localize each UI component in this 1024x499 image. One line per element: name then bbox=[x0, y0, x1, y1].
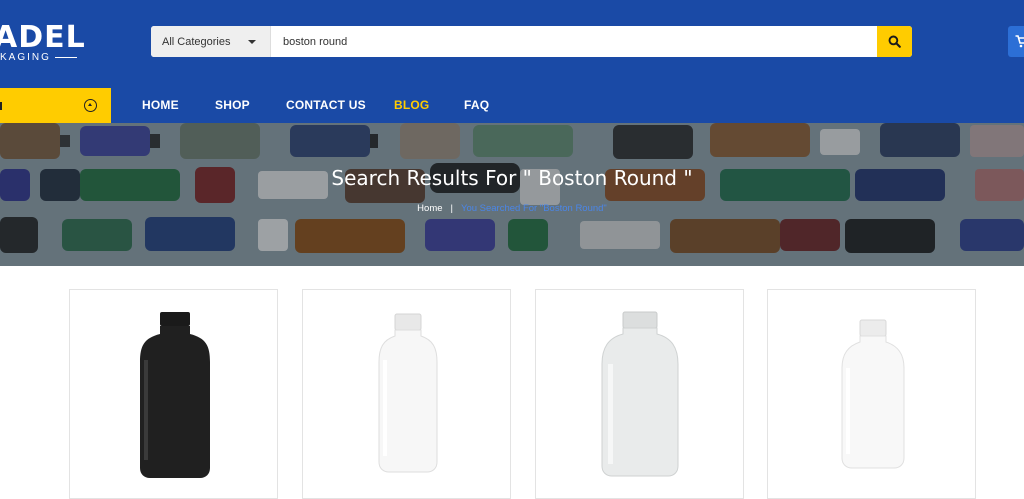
breadcrumb: Home | You Searched For "Boston Round" bbox=[0, 203, 1024, 214]
nav-contact-us[interactable]: CONTACT US bbox=[286, 98, 366, 112]
search-icon bbox=[888, 35, 901, 48]
nav-faq[interactable]: FAQ bbox=[464, 98, 489, 112]
logo-tagline: KAGING bbox=[0, 52, 77, 63]
logo-tagline-text: KAGING bbox=[0, 52, 51, 63]
search-results-banner: Search Results For " Boston Round " Home… bbox=[0, 123, 1024, 266]
chevron-up-circle-icon bbox=[84, 99, 97, 112]
product-image[interactable] bbox=[70, 290, 279, 490]
nav-home[interactable]: HOME bbox=[142, 98, 179, 112]
logo-underline bbox=[54, 57, 77, 58]
product-card[interactable] bbox=[302, 289, 511, 499]
search-button[interactable] bbox=[877, 26, 912, 57]
product-grid bbox=[0, 289, 1024, 499]
page-title: Search Results For " Boston Round " bbox=[331, 166, 693, 190]
product-card[interactable] bbox=[767, 289, 976, 499]
breadcrumb-current: You Searched For "Boston Round" bbox=[460, 203, 607, 214]
search-bar: All Categories bbox=[151, 26, 912, 57]
logo[interactable]: ADEL bbox=[0, 20, 86, 55]
banner-overlay bbox=[0, 123, 1024, 266]
category-select[interactable]: All Categories bbox=[151, 26, 271, 57]
cart-icon bbox=[1015, 35, 1024, 48]
categories-toggle[interactable] bbox=[0, 88, 111, 123]
nav-shop[interactable]: SHOP bbox=[215, 98, 250, 112]
breadcrumb-separator: | bbox=[450, 203, 453, 214]
nav-blog[interactable]: BLOG bbox=[394, 98, 429, 112]
product-image[interactable] bbox=[768, 290, 977, 490]
category-select-value: All Categories bbox=[162, 35, 231, 48]
product-card[interactable] bbox=[69, 289, 278, 499]
main-nav: HOME SHOP CONTACT US BLOG FAQ bbox=[0, 88, 1024, 123]
breadcrumb-home[interactable]: Home bbox=[417, 203, 442, 214]
product-image[interactable] bbox=[536, 290, 745, 490]
chevron-down-icon bbox=[248, 40, 256, 44]
product-card[interactable] bbox=[535, 289, 744, 499]
search-input[interactable] bbox=[271, 26, 877, 57]
product-image[interactable] bbox=[303, 290, 512, 490]
menu-icon bbox=[0, 102, 2, 110]
site-header: ADEL KAGING All Categories bbox=[0, 0, 1024, 88]
cart-button[interactable] bbox=[1008, 26, 1024, 57]
